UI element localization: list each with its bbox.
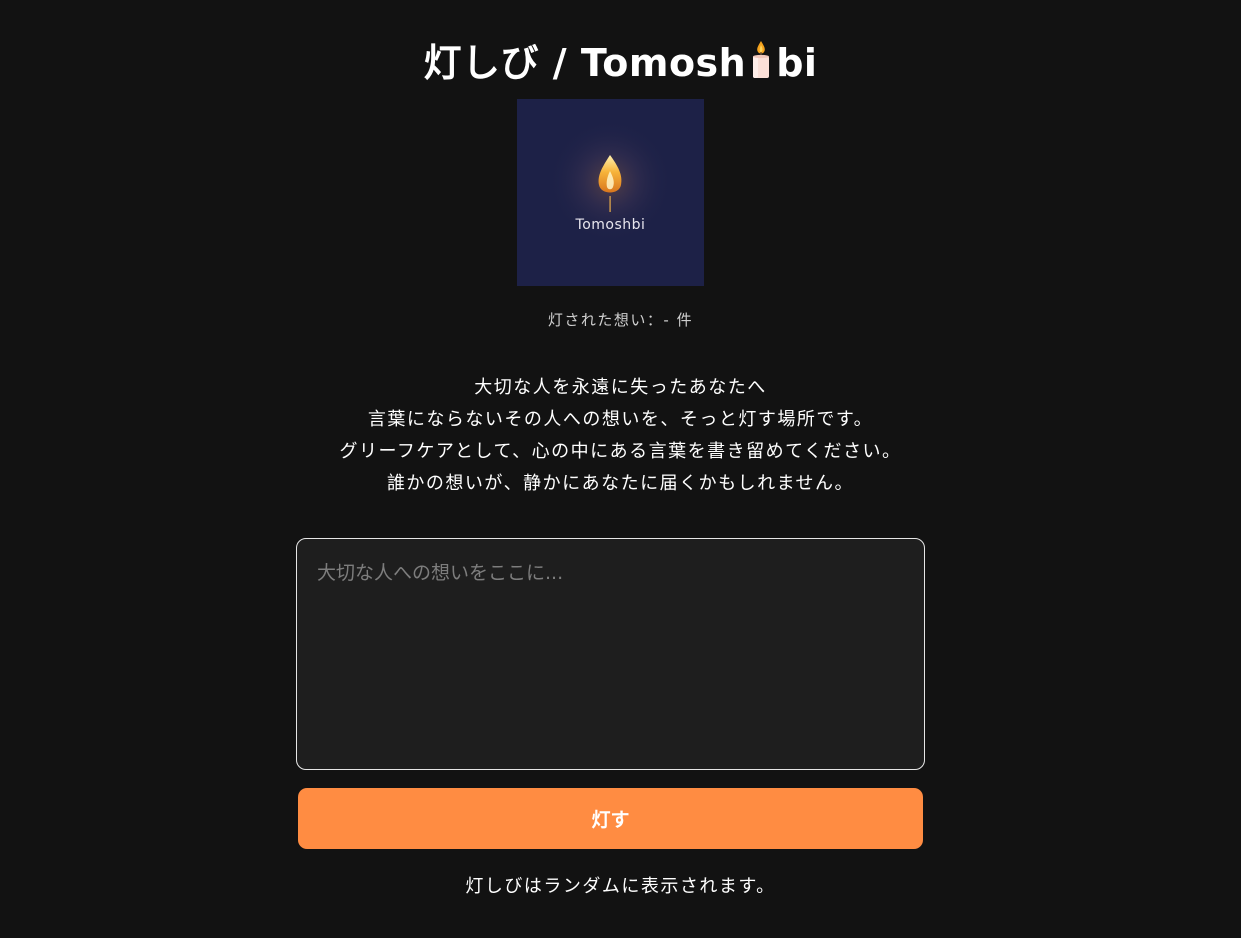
intro-line: 大切な人を永遠に失ったあなたへ: [474, 377, 767, 398]
page-title: 灯しび / Tomosh bi: [0, 38, 1241, 92]
intro-line: 誰かの想いが、静かにあなたに届くかもしれません。: [386, 473, 855, 494]
intro-line: 言葉にならないその人への想いを、そっと灯す場所です。: [367, 409, 874, 430]
title-text-before: 灯しび / Tomosh: [423, 41, 747, 85]
title-text-after: bi: [776, 41, 818, 85]
intro-line: グリーフケアとして、心の中にある言葉を書き留めてください。: [339, 441, 902, 462]
logo-text: Tomoshbi: [575, 217, 646, 233]
candle-icon: [748, 40, 774, 92]
random-display-note: 灯しびはランダムに表示されます。: [465, 876, 776, 897]
page: 灯しび / Tomosh bi Tomoshbi 灯された想い：- 件 大切な人…: [0, 0, 1241, 938]
logo-image: Tomoshbi: [517, 99, 704, 286]
flame-icon: [517, 99, 704, 286]
light-button[interactable]: 灯す: [298, 788, 923, 849]
intro-text: 大切な人を永遠に失ったあなたへ 言葉にならないその人への想いを、そっと灯す場所で…: [0, 372, 1241, 500]
message-input[interactable]: [296, 538, 925, 770]
lit-count: 灯された想い：- 件: [547, 311, 694, 329]
